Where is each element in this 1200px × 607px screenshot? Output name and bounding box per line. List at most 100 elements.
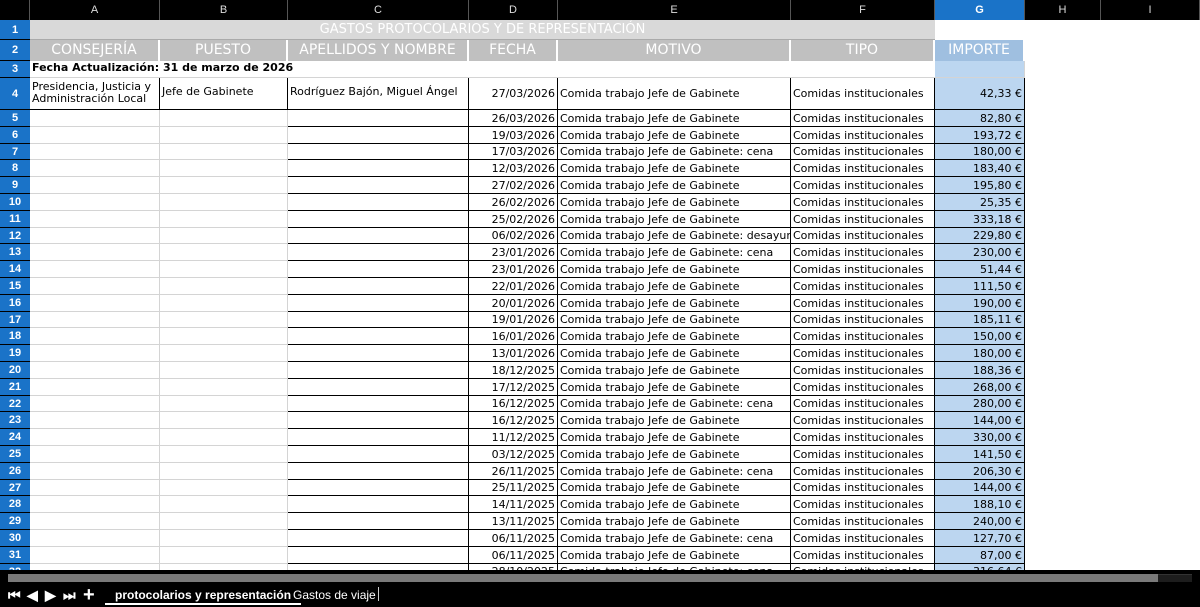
column-header-i[interactable]: I (1101, 0, 1200, 20)
fecha-cell[interactable]: 19/01/2026 (469, 312, 558, 328)
motivo-cell[interactable]: Comida trabajo Jefe de Gabinete (558, 513, 791, 530)
next-sheet-icon[interactable]: ▶ (45, 586, 56, 604)
row-header-16[interactable]: 16 (0, 295, 30, 312)
motivo-cell[interactable]: Comida trabajo Jefe de Gabinete: cena (558, 144, 791, 160)
sheet-title-cell[interactable]: GASTOS PROTOCOLARIOS Y DE REPRESENTACIÓN (30, 20, 935, 40)
empty-cell[interactable] (160, 513, 288, 530)
empty-cell[interactable] (30, 513, 160, 530)
tipo-cell[interactable]: Comidas institucionales (791, 345, 935, 362)
empty-cell[interactable] (160, 295, 288, 312)
row-header-8[interactable]: 8 (0, 160, 30, 177)
motivo-cell[interactable]: Comida trabajo Jefe de Gabinete (558, 295, 791, 312)
empty-cell[interactable] (30, 547, 160, 564)
empty-cell[interactable] (288, 547, 469, 564)
empty-cell[interactable] (160, 446, 288, 463)
fecha-cell[interactable]: 14/11/2025 (469, 496, 558, 513)
column-header-f[interactable]: F (791, 0, 935, 20)
empty-cell[interactable] (30, 110, 160, 127)
empty-cell[interactable] (160, 480, 288, 496)
importe-cell[interactable]: 185,11 € (935, 312, 1025, 328)
tipo-cell[interactable]: Comidas institucionales (791, 244, 935, 261)
empty-cell[interactable] (288, 379, 469, 396)
importe-cell[interactable]: 240,00 € (935, 513, 1025, 530)
tipo-cell[interactable]: Comidas institucionales (791, 513, 935, 530)
tipo-cell[interactable]: Comidas institucionales (791, 396, 935, 412)
empty-cell[interactable] (30, 463, 160, 480)
tipo-cell[interactable]: Comidas institucionales (791, 362, 935, 379)
motivo-cell[interactable]: Comida trabajo Jefe de Gabinete (558, 194, 791, 211)
empty-cell[interactable] (288, 160, 469, 177)
fecha-cell[interactable]: 27/03/2026 (469, 78, 558, 110)
row-header-12[interactable]: 12 (0, 228, 30, 244)
empty-cell[interactable] (288, 429, 469, 446)
row-header-2[interactable]: 2 (0, 40, 30, 61)
empty-cell[interactable] (288, 312, 469, 328)
importe-cell[interactable]: 333,18 € (935, 211, 1025, 228)
tipo-cell[interactable]: Comidas institucionales (791, 480, 935, 496)
header-motivo[interactable]: MOTIVO (558, 40, 791, 61)
importe-cell[interactable]: 25,35 € (935, 194, 1025, 211)
empty-cell[interactable] (160, 496, 288, 513)
empty-cell[interactable] (30, 261, 160, 278)
empty-cell[interactable] (30, 345, 160, 362)
importe-cell[interactable]: 111,50 € (935, 278, 1025, 295)
empty-cell[interactable] (288, 177, 469, 194)
fecha-cell[interactable]: 13/11/2025 (469, 513, 558, 530)
importe-cell[interactable]: 188,36 € (935, 362, 1025, 379)
row-header-27[interactable]: 27 (0, 480, 30, 496)
empty-cell[interactable] (160, 362, 288, 379)
empty-cell[interactable] (288, 396, 469, 412)
scrollbar-thumb[interactable] (8, 574, 1158, 582)
motivo-cell[interactable]: Comida trabajo Jefe de Gabinete (558, 261, 791, 278)
tipo-cell[interactable]: Comidas institucionales (791, 127, 935, 144)
row-header-22[interactable]: 22 (0, 396, 30, 412)
fecha-cell[interactable]: 18/12/2025 (469, 362, 558, 379)
empty-cell[interactable] (30, 446, 160, 463)
fecha-cell[interactable]: 23/01/2026 (469, 244, 558, 261)
empty-cell[interactable] (160, 530, 288, 547)
empty-cell[interactable] (288, 244, 469, 261)
tipo-cell[interactable]: Comidas institucionales (791, 312, 935, 328)
row-header-17[interactable]: 17 (0, 312, 30, 328)
empty-cell[interactable] (160, 278, 288, 295)
tipo-cell[interactable]: Comidas institucionales (791, 412, 935, 429)
fecha-cell[interactable]: 13/01/2026 (469, 345, 558, 362)
motivo-cell[interactable]: Comida trabajo Jefe de Gabinete (558, 547, 791, 564)
column-header-e[interactable]: E (558, 0, 791, 20)
last-sheet-icon[interactable]: ⏭ (63, 586, 76, 604)
empty-cell[interactable] (160, 412, 288, 429)
tipo-cell[interactable]: Comidas institucionales (791, 463, 935, 480)
empty-cell[interactable] (288, 530, 469, 547)
row-header-19[interactable]: 19 (0, 345, 30, 362)
row-header-31[interactable]: 31 (0, 547, 30, 564)
row-header-23[interactable]: 23 (0, 412, 30, 429)
importe-cell[interactable]: 330,00 € (935, 429, 1025, 446)
motivo-cell[interactable]: Comida trabajo Jefe de Gabinete (558, 160, 791, 177)
empty-cell[interactable] (288, 480, 469, 496)
fecha-cell[interactable]: 23/01/2026 (469, 261, 558, 278)
header-puesto[interactable]: PUESTO (160, 40, 288, 61)
fecha-cell[interactable]: 20/01/2026 (469, 295, 558, 312)
motivo-cell[interactable]: Comida trabajo Jefe de Gabinete (558, 446, 791, 463)
importe-cell[interactable]: 51,44 € (935, 261, 1025, 278)
importe-cell[interactable]: 190,00 € (935, 295, 1025, 312)
fecha-cell[interactable]: 16/12/2025 (469, 396, 558, 412)
importe-blank-cell[interactable] (935, 61, 1025, 78)
motivo-cell[interactable]: Comida trabajo Jefe de Gabinete: cena (558, 463, 791, 480)
empty-cell[interactable] (30, 379, 160, 396)
empty-cell[interactable] (160, 261, 288, 278)
motivo-cell[interactable]: Comida trabajo Jefe de Gabinete: cena (558, 530, 791, 547)
empty-cell[interactable] (288, 345, 469, 362)
empty-cell[interactable] (288, 144, 469, 160)
tipo-cell[interactable]: Comidas institucionales (791, 446, 935, 463)
empty-cell[interactable] (30, 228, 160, 244)
importe-cell[interactable]: 188,10 € (935, 496, 1025, 513)
importe-cell[interactable]: 87,00 € (935, 547, 1025, 564)
fecha-cell[interactable]: 03/12/2025 (469, 446, 558, 463)
importe-cell[interactable]: 144,00 € (935, 480, 1025, 496)
fecha-cell[interactable]: 12/03/2026 (469, 160, 558, 177)
column-header-a[interactable]: A (30, 0, 160, 20)
row-header-11[interactable]: 11 (0, 211, 30, 228)
header-consejeria[interactable]: CONSEJERÍA (30, 40, 160, 61)
motivo-cell[interactable]: Comida trabajo Jefe de Gabinete (558, 362, 791, 379)
